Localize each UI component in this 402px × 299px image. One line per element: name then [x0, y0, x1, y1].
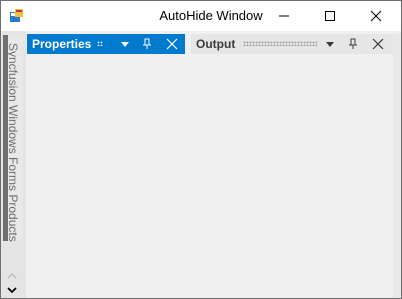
autohide-tab-label: Syncfusion Windows Forms Products: [6, 43, 20, 242]
close-icon[interactable]: [371, 37, 385, 51]
autohide-strip: Syncfusion Windows Forms Products: [1, 31, 26, 298]
dropdown-icon[interactable]: [323, 37, 337, 51]
scroll-down-icon[interactable]: [5, 284, 19, 296]
output-panel-body: [191, 54, 393, 298]
scroll-up-icon[interactable]: [5, 270, 19, 282]
properties-panel-header[interactable]: Properties: [27, 34, 185, 54]
grip: [97, 41, 103, 46]
minimize-button[interactable]: [261, 1, 307, 31]
grip: [243, 41, 317, 46]
client-area: Syncfusion Windows Forms Products Proper…: [1, 31, 401, 298]
app-window: AutoHide Window Syncfusion Windows Forms…: [0, 0, 402, 299]
minimize-icon: [279, 15, 289, 17]
close-window-button[interactable]: [353, 1, 399, 31]
close-icon[interactable]: [165, 37, 179, 51]
pin-icon[interactable]: [346, 37, 360, 51]
output-panel-header[interactable]: Output: [191, 34, 393, 54]
maximize-button[interactable]: [307, 1, 353, 31]
close-icon: [370, 10, 382, 22]
output-panel-title: Output: [196, 37, 236, 51]
properties-panel-body: [27, 54, 185, 298]
autohide-tab[interactable]: Syncfusion Windows Forms Products: [3, 35, 23, 242]
dropdown-icon[interactable]: [118, 37, 132, 51]
pin-icon[interactable]: [140, 37, 154, 51]
title-bar[interactable]: AutoHide Window: [1, 1, 401, 31]
maximize-icon: [325, 11, 335, 21]
output-panel: Output: [191, 34, 393, 298]
right-dock-edge: [393, 34, 401, 298]
properties-panel: Properties: [27, 34, 185, 298]
properties-panel-title: Properties: [32, 37, 92, 51]
